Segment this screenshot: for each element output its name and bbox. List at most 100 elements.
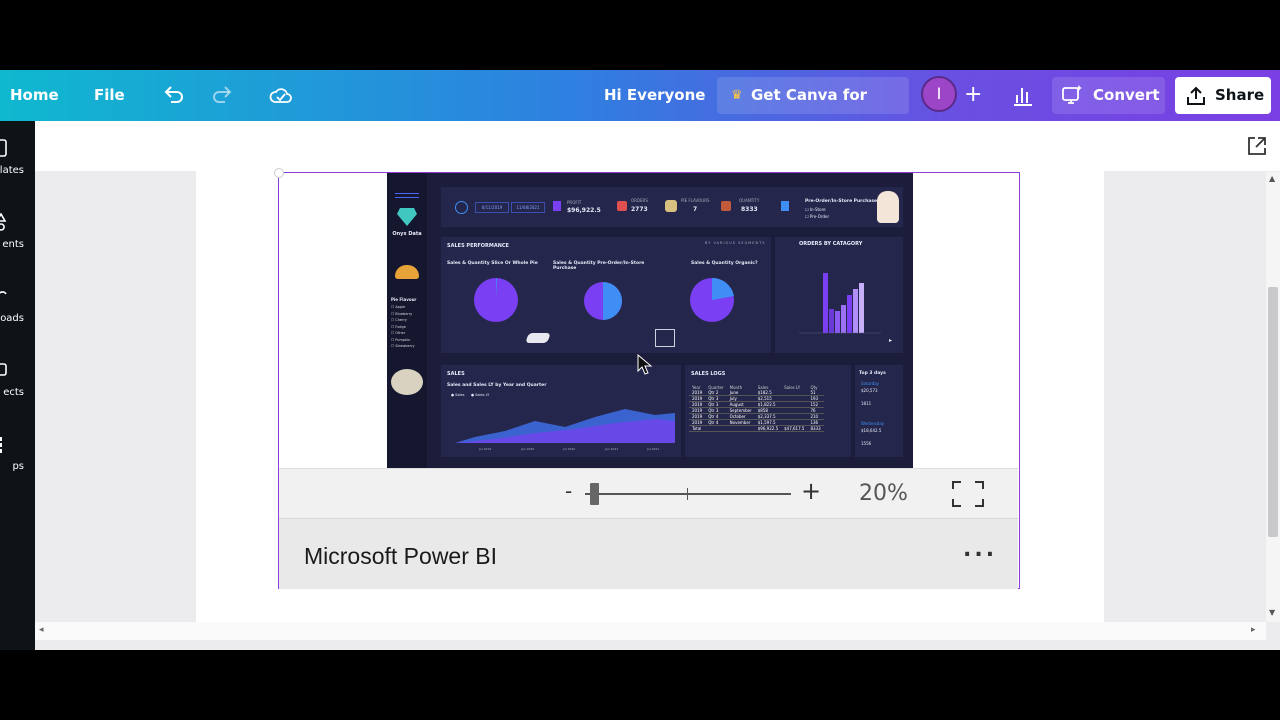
x-tick: Jul 2019 (479, 447, 492, 451)
sales-area-chart[interactable] (455, 403, 679, 443)
apps-icon (0, 437, 2, 453)
top-day-qty: 1811 (861, 401, 872, 406)
pie-chart-organic[interactable] (689, 277, 735, 323)
kpi-label: PIE FLAVOURS (681, 198, 710, 203)
kpi-value: $96,922.5 (567, 207, 601, 214)
convert-sparkle-icon (1062, 85, 1082, 104)
kpi-label: QUANTITY (739, 198, 760, 203)
chart-bar[interactable] (823, 273, 828, 333)
zoom-level: 20% (859, 481, 908, 506)
get-canva-teams-button[interactable]: ♛ Get Canva for Teams (717, 77, 909, 141)
power-bi-dashboard-preview[interactable]: Onyx Data Pie Flavour ☐ Apple ☐ Blueberry… (387, 173, 913, 468)
flavours-icon (665, 200, 677, 212)
uploads-icon (0, 291, 7, 295)
embed-title: Microsoft Power BI (304, 543, 497, 569)
dashboard-left-nav: Onyx Data Pie Flavour ☐ Apple ☐ Blueberry… (387, 173, 427, 468)
vertical-scrollbar[interactable]: ▲ ▼ (1266, 172, 1280, 622)
slicer-option[interactable]: ☐ Pre-Order (805, 214, 829, 219)
panel-title: SALES (447, 371, 465, 377)
chart-subtitle: Sales and Sales LY by Year and Quarter (447, 383, 547, 388)
pie-flavour-option[interactable]: ☐ Strawberry (391, 343, 415, 350)
insights-chart-icon[interactable] (1010, 83, 1036, 109)
redo-icon[interactable] (209, 83, 235, 109)
x-tick: Jul 2020 (563, 447, 576, 451)
scroll-right-icon[interactable]: ▸ (1251, 625, 1256, 635)
scroll-left-icon[interactable]: ◂ (39, 625, 44, 635)
table-cell: $47,617.5 (781, 425, 808, 432)
selection-handle[interactable] (274, 168, 284, 178)
zoom-slider-handle[interactable] (590, 483, 599, 505)
menu-icon (395, 193, 419, 194)
zoom-slider-track[interactable] (585, 493, 791, 495)
pie-chart-preorder-instore[interactable] (583, 281, 623, 321)
legend-sales: ● Sales (451, 393, 465, 397)
chart-bar[interactable] (835, 311, 840, 333)
share-upload-icon (1187, 86, 1205, 105)
undo-icon[interactable] (161, 83, 187, 109)
zoom-out-button[interactable]: - (565, 479, 572, 503)
chef-mascot-icon (391, 369, 423, 395)
top-day-qty: 1556 (861, 441, 872, 446)
templates-icon (0, 139, 7, 157)
projects-icon (0, 363, 7, 376)
chart-bar[interactable] (829, 309, 834, 333)
orders-bar-chart[interactable] (795, 265, 885, 335)
elements-icon (0, 213, 7, 231)
slicer-option[interactable]: ☐ In-Store (805, 207, 826, 212)
table-cell: September (726, 407, 755, 414)
share-button[interactable]: Share (1175, 77, 1271, 114)
date-to-field[interactable]: 11/08/2021 (511, 202, 545, 213)
horizontal-scrollbar[interactable]: ◂ ▸ (35, 622, 1266, 640)
more-options-button[interactable]: ... (963, 537, 997, 562)
chart-bar[interactable] (847, 295, 852, 333)
chart-bar[interactable] (853, 289, 858, 333)
legend-label: Sales LY (475, 393, 490, 397)
fullscreen-icon[interactable] (951, 480, 985, 508)
table-cell (705, 425, 727, 432)
orders-by-category-panel: ORDERS BY CATAGORY ▸ (775, 237, 903, 353)
brand-label: Onyx Data (392, 231, 422, 237)
sales-logs-panel: SALES LOGS Year Quarter Month Sales Sales LY… (685, 365, 851, 457)
date-from-field[interactable]: 6/11/2019 (475, 202, 509, 213)
next-page-icon[interactable]: ▸ (889, 337, 892, 344)
top-day-sales: $20,573 (861, 388, 878, 393)
sidebar-item-label: ects (3, 387, 24, 398)
kpi-value: 2773 (631, 206, 648, 213)
add-collaborator-icon[interactable]: + (964, 70, 982, 121)
cloud-saved-icon[interactable] (268, 83, 294, 109)
open-external-icon[interactable] (1246, 135, 1268, 157)
editor-topbar: Home File Hi Everyone ♛ Get Canva for Te… (0, 70, 1280, 141)
pie-flavour-list: ☐ Apple ☐ Blueberry ☐ Cherry ☐ Fudge ☐ Other… (391, 304, 415, 350)
canvas-subbar (35, 121, 1280, 171)
power-bi-embed-card[interactable]: Onyx Data Pie Flavour ☐ Apple ☐ Blueberry… (274, 168, 1020, 589)
file-menu-button[interactable]: File (94, 70, 125, 121)
slicer-option-label: Pre-Order (809, 214, 830, 219)
user-avatar[interactable]: I (921, 76, 957, 112)
sales-logs-table: Year Quarter Month Sales Sales LY Qty 2019 Qtr … (689, 385, 824, 432)
vertical-scroll-thumb[interactable] (1268, 287, 1278, 537)
x-tick: Jan 2020 (521, 447, 535, 451)
convert-button[interactable]: Convert (1052, 77, 1165, 114)
convert-label: Convert (1093, 86, 1160, 104)
panel-title: SALES LOGS (691, 371, 726, 377)
home-button[interactable]: Home (10, 70, 59, 121)
x-tick: Jan 2021 (605, 447, 619, 451)
quantity-icon (721, 201, 731, 211)
zoom-in-button[interactable]: + (801, 477, 821, 505)
profit-icon (553, 201, 561, 211)
sales-panel: SALES Sales and Sales LY by Year and Qua… (441, 365, 681, 457)
pie-title: Sales & Quantity Organic? (691, 261, 758, 266)
chart-bar[interactable] (859, 283, 864, 333)
panel-subtitle: BY VARIOUS SEGMENTS (705, 241, 766, 245)
chart-bar[interactable] (841, 305, 846, 333)
panel-title: ORDERS BY CATAGORY (799, 241, 863, 247)
scroll-up-icon[interactable]: ▲ (1269, 174, 1275, 183)
pie-title: Sales & Quantity Pre-Order/In-Store Purc… (553, 261, 645, 271)
pie-chart-slice-whole[interactable] (473, 277, 519, 323)
slicer-option-label: In-Store (809, 207, 826, 212)
scroll-down-icon[interactable]: ▼ (1269, 608, 1275, 617)
sidebar-item-label: ps (12, 461, 24, 472)
kpi-strip: 6/11/2019 11/08/2021 PROFIT $96,922.5 OR… (441, 187, 903, 227)
calendar-icon (455, 201, 468, 214)
panel-title: SALES PERFORMANCE (447, 243, 509, 249)
